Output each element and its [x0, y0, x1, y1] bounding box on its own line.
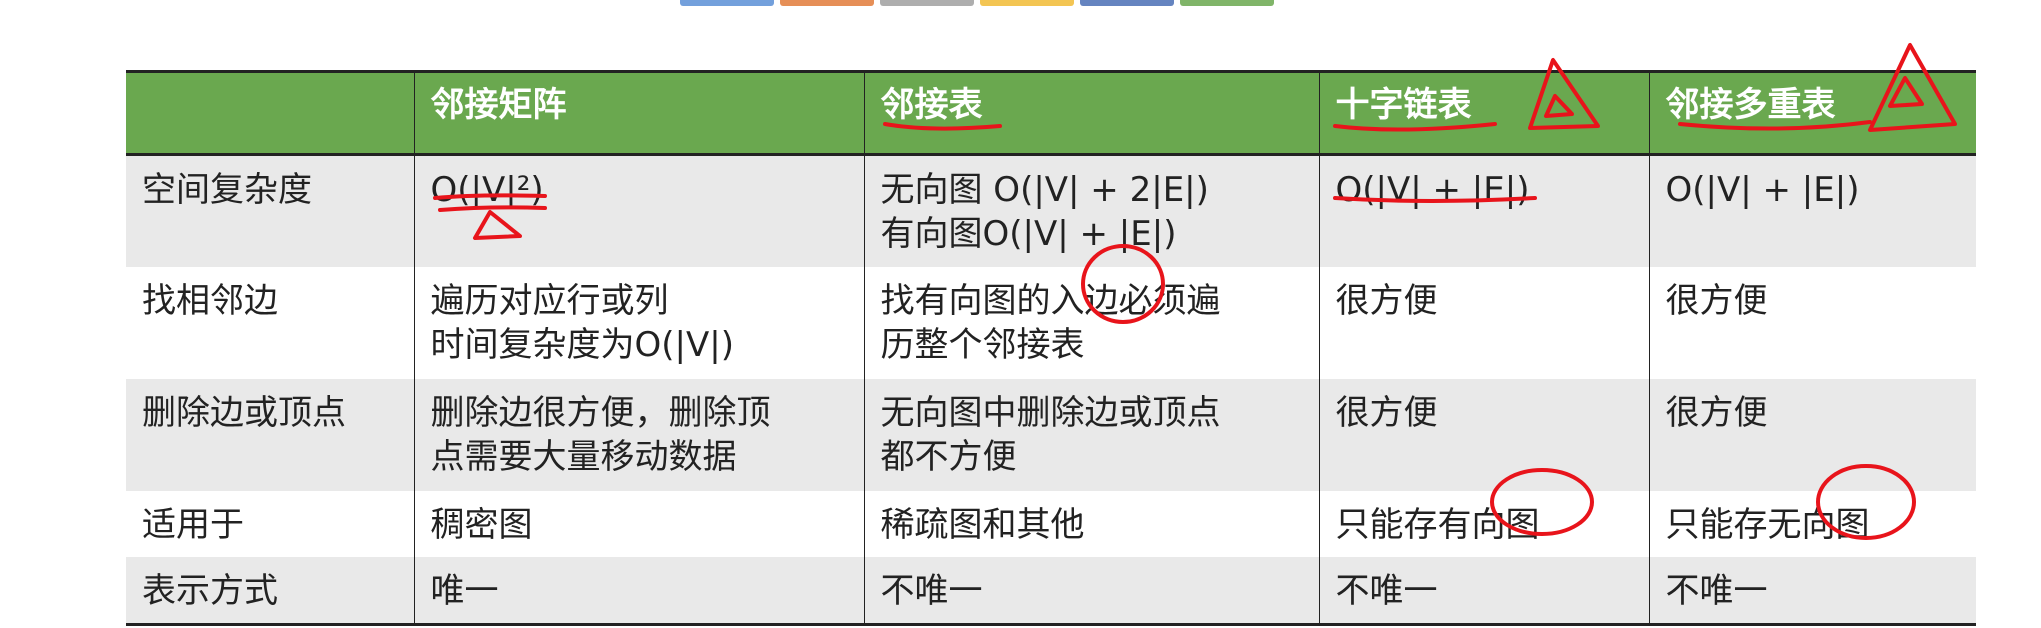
- table-header-row: 邻接矩阵 邻接表 十字链表 邻接多重表: [126, 71, 1976, 156]
- row-label: 找相邻边: [126, 266, 415, 379]
- header-orthogonal-list: 十字链表: [1318, 71, 1650, 156]
- cell-line: 很方便: [1335, 392, 1438, 433]
- row-label: 空间复杂度: [126, 154, 415, 267]
- table-cell: 稀疏图和其他: [863, 490, 1320, 557]
- cell-line: 很方便: [1335, 280, 1438, 321]
- row-label: 表示方式: [126, 556, 415, 624]
- table-row: 删除边或顶点 删除边很方便，删除顶 点需要大量移动数据 无向图中删除边或顶点 都…: [126, 378, 1976, 491]
- table-cell: 很方便: [1648, 378, 1976, 491]
- cell-line: 都不方便: [880, 436, 1017, 477]
- cell-line: 时间复杂度为O(|V|): [430, 324, 734, 365]
- slide-tab[interactable]: [880, 0, 974, 6]
- table-cell: 找有向图的入边必须遍 历整个邻接表: [863, 266, 1320, 379]
- cell-line: 只能存有向图: [1335, 504, 1540, 545]
- table-cell: 删除边很方便，删除顶 点需要大量移动数据: [413, 378, 865, 491]
- slide-tab[interactable]: [680, 0, 774, 6]
- table-cell: 不唯一: [1318, 556, 1650, 624]
- cell-line: O(|V|²): [430, 170, 544, 210]
- header-adjacency-multilist: 邻接多重表: [1648, 71, 1976, 156]
- cell-line: 删除边很方便，删除顶: [430, 392, 771, 433]
- table-cell: 遍历对应行或列 时间复杂度为O(|V|): [413, 266, 865, 379]
- cell-line: 不唯一: [1665, 570, 1768, 611]
- table-cell: 只能存无向图: [1648, 490, 1976, 557]
- cell-line: 唯一: [430, 570, 499, 611]
- row-label: 删除边或顶点: [126, 378, 415, 491]
- table-cell: 很方便: [1318, 266, 1650, 379]
- cell-line: 无向图 O(|V| + 2|E|): [880, 170, 1209, 210]
- cell-line: O(|V| + |E|): [1665, 170, 1860, 210]
- table-cell: O(|V| + |E|): [1318, 154, 1650, 267]
- table-cell: 不唯一: [863, 556, 1320, 624]
- slide-tab[interactable]: [1180, 0, 1274, 6]
- table-row: 空间复杂度 O(|V|²) 无向图 O(|V| + 2|E|) 有向图O(|V|…: [126, 154, 1976, 267]
- cell-line: 无向图中删除边或顶点: [880, 392, 1221, 433]
- header-adjacency-matrix: 邻接矩阵: [413, 71, 865, 156]
- header-corner: [126, 71, 415, 156]
- cell-line: 找有向图的入边必须遍: [880, 280, 1221, 321]
- cell-line: O(|V| + |E|): [1335, 170, 1530, 210]
- slide-tab-strip: [680, 0, 1274, 6]
- cell-line: 遍历对应行或列: [430, 280, 669, 321]
- cell-line: 只能存无向图: [1665, 504, 1870, 545]
- cell-line: 不唯一: [880, 570, 983, 611]
- row-label: 适用于: [126, 490, 415, 557]
- cell-line: 稠密图: [430, 504, 533, 545]
- table-cell: 不唯一: [1648, 556, 1976, 624]
- table-cell: O(|V| + |E|): [1648, 154, 1976, 267]
- table-row: 适用于 稠密图 稀疏图和其他 只能存有向图 只能存无向图: [126, 490, 1976, 557]
- cell-line: 不唯一: [1335, 570, 1438, 611]
- table-row: 表示方式 唯一 不唯一 不唯一 不唯一: [126, 556, 1976, 624]
- cell-line: 很方便: [1665, 280, 1768, 321]
- header-adjacency-list: 邻接表: [863, 71, 1320, 156]
- cell-line: 历整个邻接表: [880, 324, 1085, 365]
- table-cell: 很方便: [1648, 266, 1976, 379]
- table-row: 找相邻边 遍历对应行或列 时间复杂度为O(|V|) 找有向图的入边必须遍 历整个…: [126, 266, 1976, 379]
- table-cell: O(|V|²): [413, 154, 865, 267]
- slide-tab[interactable]: [780, 0, 874, 6]
- table-cell: 唯一: [413, 556, 865, 624]
- cell-line: 很方便: [1665, 392, 1768, 433]
- table-cell: 无向图 O(|V| + 2|E|) 有向图O(|V| + |E|): [863, 154, 1320, 267]
- graph-storage-comparison-table: 邻接矩阵 邻接表 十字链表 邻接多重表 空间复杂度 O(|V|²) 无向图 O(…: [126, 70, 1976, 626]
- slide-tab[interactable]: [1080, 0, 1174, 6]
- table-cell: 无向图中删除边或顶点 都不方便: [863, 378, 1320, 491]
- table-cell: 只能存有向图: [1318, 490, 1650, 557]
- slide-tab[interactable]: [980, 0, 1074, 6]
- cell-line: 有向图O(|V| + |E|): [880, 214, 1177, 254]
- cell-line: 稀疏图和其他: [880, 504, 1085, 545]
- cell-line: 点需要大量移动数据: [430, 436, 737, 477]
- table-cell: 很方便: [1318, 378, 1650, 491]
- table-cell: 稠密图: [413, 490, 865, 557]
